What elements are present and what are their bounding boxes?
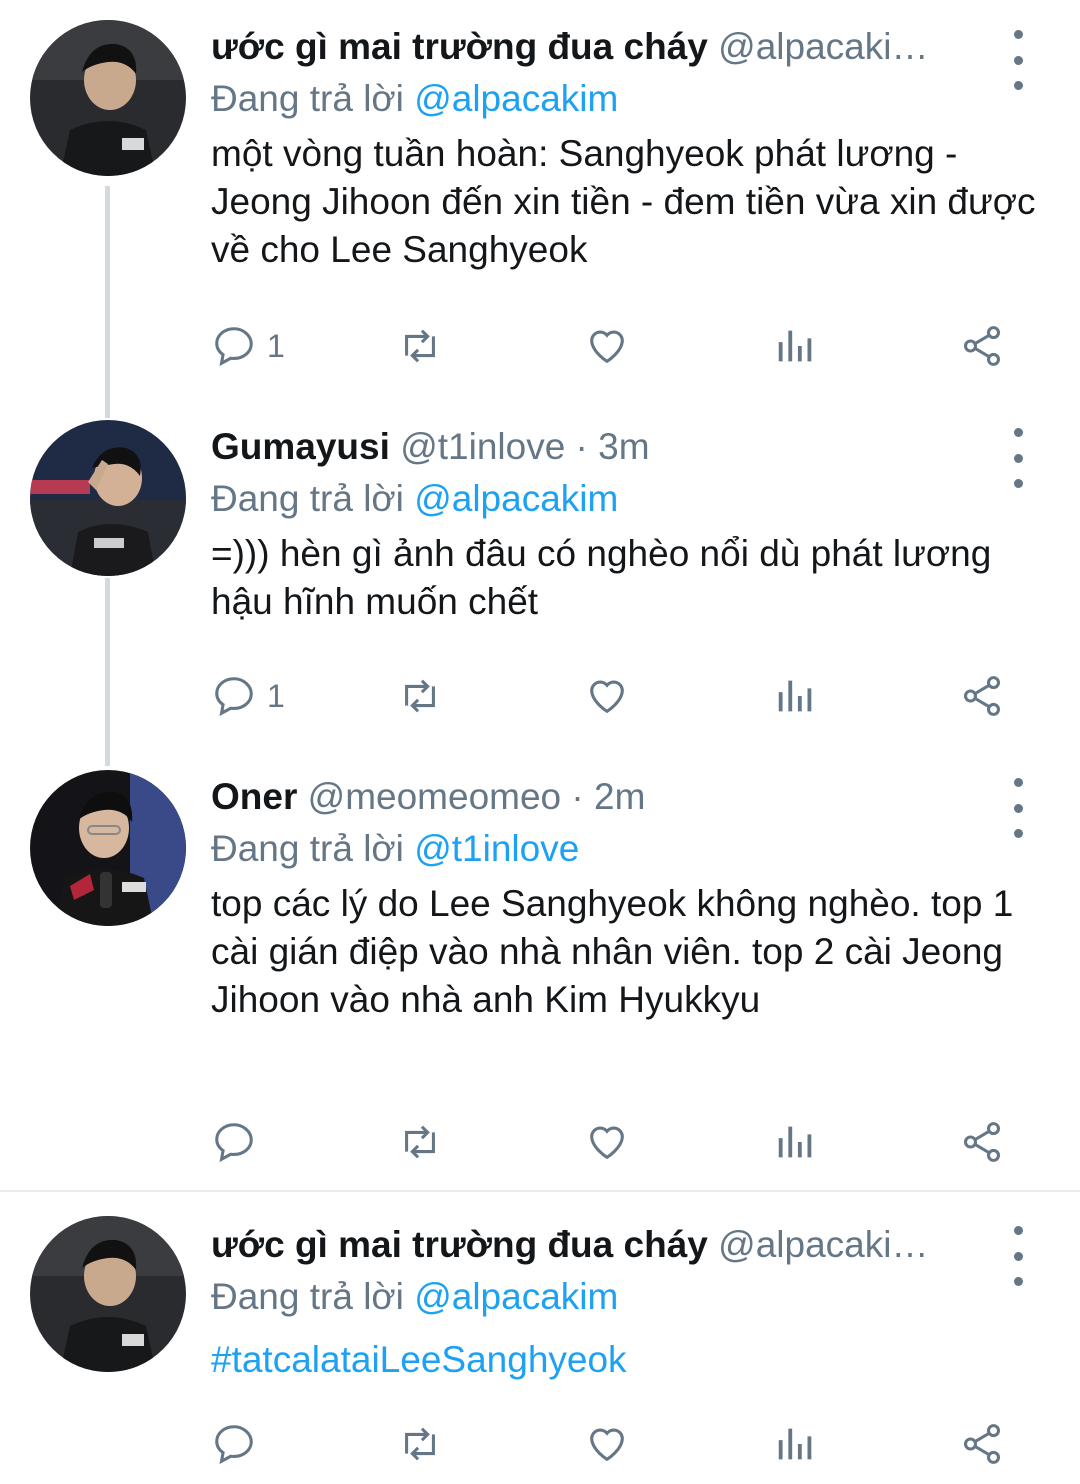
like-button[interactable] — [584, 1414, 630, 1474]
share-button[interactable] — [959, 316, 1005, 376]
more-options-icon[interactable] — [1006, 30, 1030, 90]
analytics-button[interactable] — [773, 316, 819, 376]
mention-link[interactable]: @t1inlove — [414, 828, 579, 869]
replying-to-label: Đang trả lời — [211, 1276, 404, 1317]
handle[interactable]: @alpacaki… — [718, 1224, 928, 1265]
analytics-button[interactable] — [773, 1414, 819, 1474]
more-options-icon[interactable] — [1006, 428, 1030, 488]
mention-link[interactable]: @alpacakim — [414, 1276, 618, 1317]
reply-count: 1 — [267, 327, 285, 364]
tweet-divider — [0, 1190, 1080, 1192]
avatar[interactable] — [30, 770, 186, 926]
tweet-header: ước gì mai trường đua cháy @alpacaki… — [211, 20, 1040, 74]
reply-button[interactable]: 1 — [211, 666, 285, 726]
replying-to-label: Đang trả lời — [211, 478, 404, 519]
analytics-icon — [778, 1428, 812, 1460]
share-icon — [963, 676, 1001, 716]
replying-to: Đang trả lời @t1inlove — [211, 824, 1040, 874]
analytics-button[interactable] — [773, 1112, 819, 1172]
like-button[interactable] — [584, 1112, 630, 1172]
reply-button[interactable] — [211, 1414, 267, 1474]
reply-icon — [215, 677, 253, 717]
avatar[interactable] — [30, 20, 186, 176]
retweet-icon — [405, 679, 435, 713]
tweet-actions: 1 — [211, 666, 1040, 726]
share-button[interactable] — [959, 666, 1005, 726]
retweet-button[interactable] — [397, 316, 443, 376]
analytics-icon — [778, 330, 812, 362]
replying-to-label: Đang trả lời — [211, 828, 404, 869]
handle[interactable]: @alpacaki… — [718, 26, 928, 67]
heart-icon — [590, 1126, 624, 1160]
retweet-button[interactable] — [397, 666, 443, 726]
tweet-header: Oner @meomeomeo · 2m — [211, 770, 1040, 824]
share-icon — [963, 326, 1001, 366]
display-name[interactable]: ước gì mai trường đua cháy — [211, 1224, 708, 1265]
more-options-icon[interactable] — [1006, 1226, 1030, 1286]
more-options-icon[interactable] — [1006, 778, 1030, 838]
replying-to: Đang trả lời @alpacakim — [211, 474, 1040, 524]
reply-icon — [215, 327, 253, 367]
avatar-photo — [30, 420, 186, 576]
handle[interactable]: @t1inlove · 3m — [400, 426, 649, 467]
tweet-text: một vòng tuần hoàn: Sanghyeok phát lương… — [211, 133, 1036, 270]
analytics-button[interactable] — [773, 666, 819, 726]
share-icon — [963, 1122, 1001, 1162]
replying-to: Đang trả lời @alpacakim — [211, 1272, 1040, 1322]
tweet-text: =))) hèn gì ảnh đâu có nghèo nổi dù phát… — [211, 533, 992, 622]
display-name[interactable]: Oner — [211, 776, 297, 817]
avatar-photo — [30, 1216, 186, 1372]
reply-icon — [215, 1425, 253, 1465]
tweet-header: ước gì mai trường đua cháy @alpacaki… — [211, 1218, 1040, 1272]
avatar-photo — [30, 20, 186, 176]
heart-icon — [590, 330, 624, 364]
analytics-icon — [778, 680, 812, 712]
replying-to-label: Đang trả lời — [211, 78, 404, 119]
retweet-icon — [405, 329, 435, 363]
share-button[interactable] — [959, 1414, 1005, 1474]
like-button[interactable] — [584, 666, 630, 726]
retweet-button[interactable] — [397, 1414, 443, 1474]
retweet-button[interactable] — [397, 1112, 443, 1172]
replying-to: Đang trả lời @alpacakim — [211, 74, 1040, 124]
analytics-icon — [778, 1126, 812, 1158]
tweet-actions — [211, 1414, 1040, 1474]
avatar-photo — [30, 770, 186, 926]
reply-button[interactable]: 1 — [211, 316, 285, 376]
tweet-actions: 1 — [211, 316, 1040, 376]
reply-count: 1 — [267, 677, 285, 714]
handle[interactable]: @meomeomeo · 2m — [308, 776, 646, 817]
share-icon — [963, 1424, 1001, 1464]
heart-icon — [590, 1428, 624, 1462]
avatar[interactable] — [30, 420, 186, 576]
retweet-icon — [405, 1125, 435, 1159]
avatar[interactable] — [30, 1216, 186, 1372]
tweet-actions — [211, 1112, 1040, 1172]
tweet-text: top các lý do Lee Sanghyeok không nghèo.… — [211, 883, 1014, 1020]
share-button[interactable] — [959, 1112, 1005, 1172]
reply-button[interactable] — [211, 1112, 267, 1172]
display-name[interactable]: Gumayusi — [211, 426, 390, 467]
reply-icon — [215, 1123, 253, 1163]
tweet-header: Gumayusi @t1inlove · 3m — [211, 420, 1040, 474]
heart-icon — [590, 680, 624, 714]
hashtag-link[interactable]: #tatcalataiLeeSanghyeok — [211, 1336, 1040, 1384]
retweet-icon — [405, 1427, 435, 1461]
display-name[interactable]: ước gì mai trường đua cháy — [211, 26, 708, 67]
mention-link[interactable]: @alpacakim — [414, 78, 618, 119]
mention-link[interactable]: @alpacakim — [414, 478, 618, 519]
like-button[interactable] — [584, 316, 630, 376]
